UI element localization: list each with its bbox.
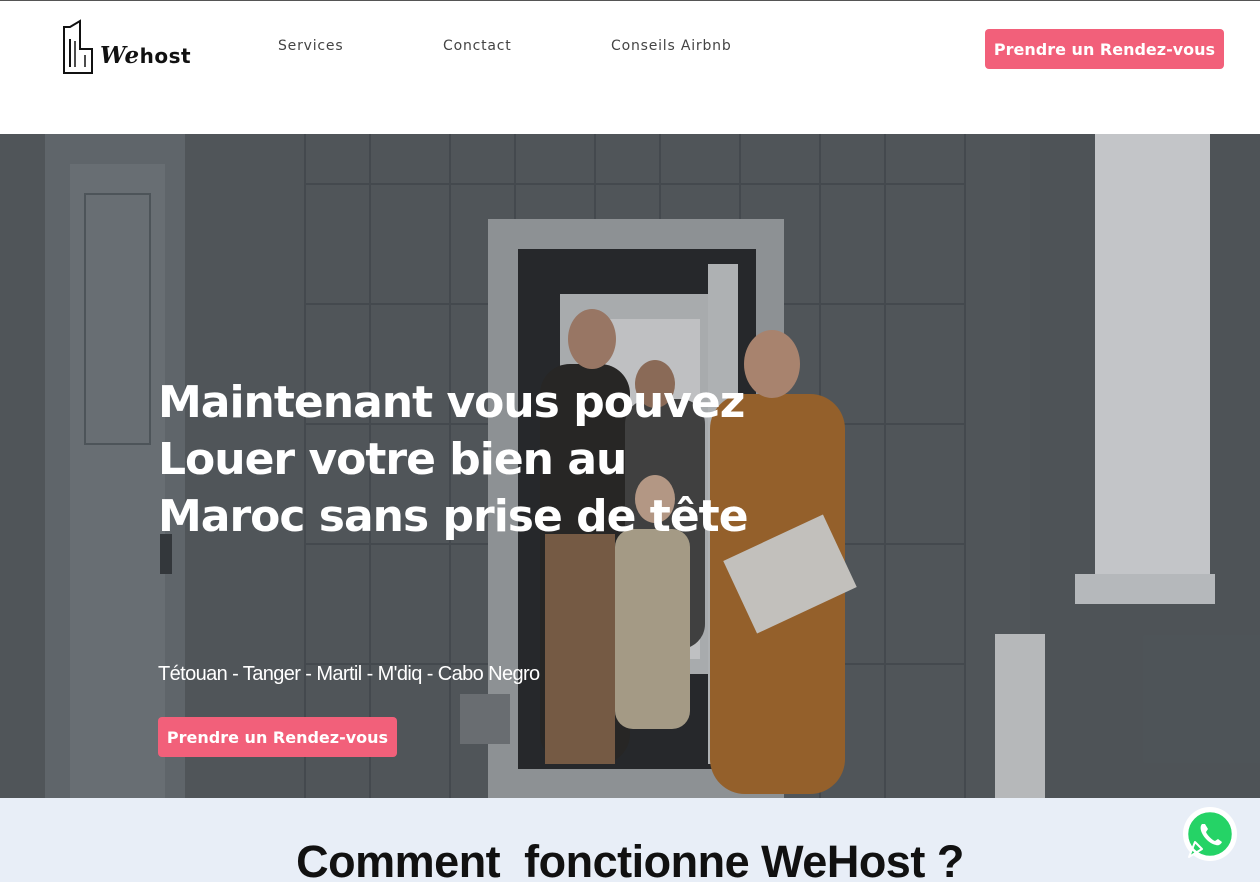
- logo-text-we: We: [100, 42, 140, 69]
- site-header: Wehost Services Conctact Conseils Airbnb…: [0, 0, 1260, 134]
- logo-wordmark: Wehost: [100, 42, 191, 69]
- nav-contact[interactable]: Conctact: [443, 38, 512, 54]
- whatsapp-icon: [1183, 807, 1237, 861]
- hero-title: Maintenant vous pouvez Louer votre bien …: [158, 374, 778, 545]
- site-logo[interactable]: Wehost: [62, 17, 194, 75]
- header-appointment-button[interactable]: Prendre un Rendez-vous: [985, 29, 1224, 69]
- hero-title-line: Maintenant vous pouvez: [158, 377, 745, 428]
- how-it-works-section: Comment fonctionne WeHost ?: [0, 798, 1260, 882]
- hero-title-line: Maroc sans prise de tête: [158, 491, 749, 542]
- logo-text-host: host: [139, 44, 192, 68]
- hero-section: Maintenant vous pouvez Louer votre bien …: [0, 134, 1260, 798]
- whatsapp-chat-button[interactable]: [1181, 805, 1239, 863]
- hero-title-line: Louer votre bien au: [158, 434, 627, 485]
- hero-appointment-button[interactable]: Prendre un Rendez-vous: [158, 717, 397, 757]
- nav-services[interactable]: Services: [278, 38, 343, 54]
- building-logo-icon: [63, 19, 93, 74]
- hero-cities-list: Tétouan - Tanger - Martil - M'diq - Cabo…: [158, 663, 540, 685]
- nav-conseils-airbnb[interactable]: Conseils Airbnb: [611, 38, 732, 54]
- how-it-works-title: Comment fonctionne WeHost ?: [296, 836, 964, 882]
